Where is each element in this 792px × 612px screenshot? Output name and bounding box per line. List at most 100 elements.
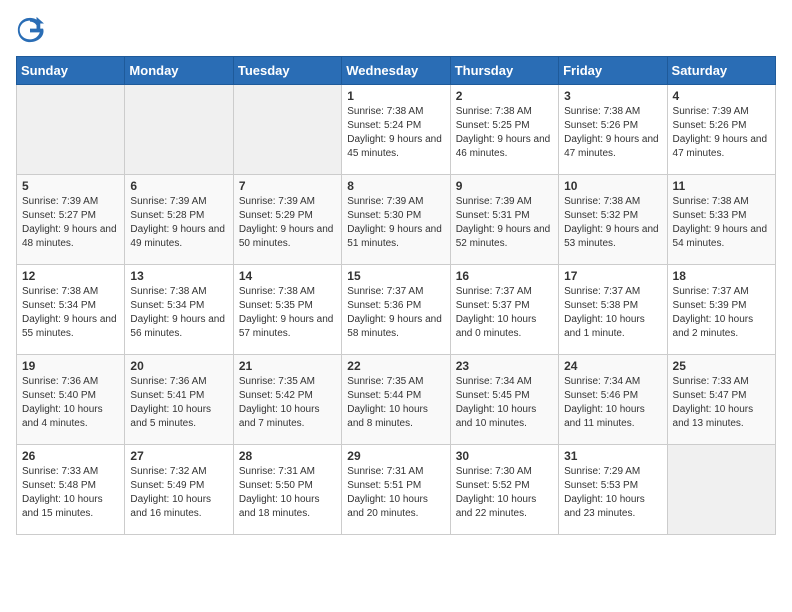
- day-number: 12: [22, 269, 119, 283]
- calendar-cell: [17, 85, 125, 175]
- day-info: Sunrise: 7:39 AM Sunset: 5:28 PM Dayligh…: [130, 195, 227, 251]
- day-number: 10: [564, 179, 661, 193]
- day-header-friday: Friday: [559, 57, 667, 85]
- calendar-cell: [125, 85, 233, 175]
- day-number: 9: [456, 179, 553, 193]
- day-header-thursday: Thursday: [450, 57, 558, 85]
- day-number: 5: [22, 179, 119, 193]
- day-info: Sunrise: 7:37 AM Sunset: 5:37 PM Dayligh…: [456, 285, 553, 341]
- day-info: Sunrise: 7:31 AM Sunset: 5:51 PM Dayligh…: [347, 465, 444, 521]
- calendar-cell: 24Sunrise: 7:34 AM Sunset: 5:46 PM Dayli…: [559, 355, 667, 445]
- calendar-cell: 17Sunrise: 7:37 AM Sunset: 5:38 PM Dayli…: [559, 265, 667, 355]
- day-info: Sunrise: 7:37 AM Sunset: 5:36 PM Dayligh…: [347, 285, 444, 341]
- day-header-row: SundayMondayTuesdayWednesdayThursdayFrid…: [17, 57, 776, 85]
- day-info: Sunrise: 7:38 AM Sunset: 5:24 PM Dayligh…: [347, 105, 444, 161]
- calendar-cell: 5 Sunrise: 7:39 AM Sunset: 5:27 PM Daylig…: [17, 175, 125, 265]
- day-info: Sunrise: 7:36 AM Sunset: 5:40 PM Dayligh…: [22, 375, 119, 431]
- calendar-cell: 20Sunrise: 7:36 AM Sunset: 5:41 PM Dayli…: [125, 355, 233, 445]
- calendar-cell: [667, 445, 775, 535]
- day-number: 15: [347, 269, 444, 283]
- calendar-cell: [233, 85, 341, 175]
- day-info: Sunrise: 7:39 AM Sunset: 5:31 PM Dayligh…: [456, 195, 553, 251]
- day-number: 30: [456, 449, 553, 463]
- day-info: Sunrise: 7:38 AM Sunset: 5:34 PM Dayligh…: [130, 285, 227, 341]
- calendar-cell: 16 Sunrise: 7:37 AM Sunset: 5:37 PM Dayli…: [450, 265, 558, 355]
- logo-icon: [16, 16, 44, 44]
- day-number: 17: [564, 269, 661, 283]
- day-info: Sunrise: 7:39 AM Sunset: 5:26 PM Dayligh…: [673, 105, 770, 161]
- day-info: Sunrise: 7:38 AM Sunset: 5:34 PM Dayligh…: [22, 285, 119, 341]
- day-info: Sunrise: 7:39 AM Sunset: 5:29 PM Dayligh…: [239, 195, 336, 251]
- day-number: 26: [22, 449, 119, 463]
- day-header-saturday: Saturday: [667, 57, 775, 85]
- day-number: 20: [130, 359, 227, 373]
- calendar-cell: 18 Sunrise: 7:37 AM Sunset: 5:39 PM Dayli…: [667, 265, 775, 355]
- day-number: 21: [239, 359, 336, 373]
- calendar-body: 1 Sunrise: 7:38 AM Sunset: 5:24 PM Daylig…: [17, 85, 776, 535]
- calendar-cell: 21 Sunrise: 7:35 AM Sunset: 5:42 PM Dayli…: [233, 355, 341, 445]
- calendar-cell: 10 Sunrise: 7:38 AM Sunset: 5:32 PM Dayli…: [559, 175, 667, 265]
- day-number: 22: [347, 359, 444, 373]
- day-number: 14: [239, 269, 336, 283]
- day-info: Sunrise: 7:39 AM Sunset: 5:30 PM Dayligh…: [347, 195, 444, 251]
- calendar-cell: 4 Sunrise: 7:39 AM Sunset: 5:26 PM Daylig…: [667, 85, 775, 175]
- day-number: 8: [347, 179, 444, 193]
- day-number: 11: [673, 179, 770, 193]
- week-row-5: 26 Sunrise: 7:33 AM Sunset: 5:48 PM Dayli…: [17, 445, 776, 535]
- calendar-cell: 13 Sunrise: 7:38 AM Sunset: 5:34 PM Dayli…: [125, 265, 233, 355]
- day-info: Sunrise: 7:38 AM Sunset: 5:35 PM Dayligh…: [239, 285, 336, 341]
- calendar-cell: 14 Sunrise: 7:38 AM Sunset: 5:35 PM Dayli…: [233, 265, 341, 355]
- calendar-cell: 9 Sunrise: 7:39 AM Sunset: 5:31 PM Daylig…: [450, 175, 558, 265]
- day-info: Sunrise: 7:38 AM Sunset: 5:26 PM Dayligh…: [564, 105, 661, 161]
- day-header-tuesday: Tuesday: [233, 57, 341, 85]
- day-info: Sunrise: 7:35 AM Sunset: 5:42 PM Dayligh…: [239, 375, 336, 431]
- page-header: [16, 16, 776, 44]
- day-info: Sunrise: 7:35 AM Sunset: 5:44 PM Dayligh…: [347, 375, 444, 431]
- calendar-cell: 1 Sunrise: 7:38 AM Sunset: 5:24 PM Daylig…: [342, 85, 450, 175]
- day-number: 16: [456, 269, 553, 283]
- day-number: 24: [564, 359, 661, 373]
- calendar-table: SundayMondayTuesdayWednesdayThursdayFrid…: [16, 56, 776, 535]
- day-info: Sunrise: 7:38 AM Sunset: 5:33 PM Dayligh…: [673, 195, 770, 251]
- day-number: 2: [456, 89, 553, 103]
- calendar-cell: 26 Sunrise: 7:33 AM Sunset: 5:48 PM Dayli…: [17, 445, 125, 535]
- day-number: 23: [456, 359, 553, 373]
- calendar-cell: 15 Sunrise: 7:37 AM Sunset: 5:36 PM Dayli…: [342, 265, 450, 355]
- day-number: 3: [564, 89, 661, 103]
- calendar-cell: 27Sunrise: 7:32 AM Sunset: 5:49 PM Dayli…: [125, 445, 233, 535]
- calendar-cell: 19 Sunrise: 7:36 AM Sunset: 5:40 PM Dayli…: [17, 355, 125, 445]
- day-info: Sunrise: 7:38 AM Sunset: 5:25 PM Dayligh…: [456, 105, 553, 161]
- day-header-sunday: Sunday: [17, 57, 125, 85]
- calendar-cell: 29Sunrise: 7:31 AM Sunset: 5:51 PM Dayli…: [342, 445, 450, 535]
- calendar-cell: 25Sunrise: 7:33 AM Sunset: 5:47 PM Dayli…: [667, 355, 775, 445]
- day-header-monday: Monday: [125, 57, 233, 85]
- day-number: 27: [130, 449, 227, 463]
- calendar-cell: 8 Sunrise: 7:39 AM Sunset: 5:30 PM Daylig…: [342, 175, 450, 265]
- calendar-cell: 6Sunrise: 7:39 AM Sunset: 5:28 PM Daylig…: [125, 175, 233, 265]
- calendar-cell: 3 Sunrise: 7:38 AM Sunset: 5:26 PM Daylig…: [559, 85, 667, 175]
- day-info: Sunrise: 7:33 AM Sunset: 5:48 PM Dayligh…: [22, 465, 119, 521]
- calendar-cell: 7 Sunrise: 7:39 AM Sunset: 5:29 PM Daylig…: [233, 175, 341, 265]
- day-number: 18: [673, 269, 770, 283]
- calendar-cell: 28Sunrise: 7:31 AM Sunset: 5:50 PM Dayli…: [233, 445, 341, 535]
- day-number: 28: [239, 449, 336, 463]
- calendar-cell: 23 Sunrise: 7:34 AM Sunset: 5:45 PM Dayli…: [450, 355, 558, 445]
- week-row-4: 19 Sunrise: 7:36 AM Sunset: 5:40 PM Dayli…: [17, 355, 776, 445]
- day-header-wednesday: Wednesday: [342, 57, 450, 85]
- day-number: 1: [347, 89, 444, 103]
- day-number: 4: [673, 89, 770, 103]
- day-number: 19: [22, 359, 119, 373]
- logo: [16, 16, 48, 44]
- week-row-3: 12 Sunrise: 7:38 AM Sunset: 5:34 PM Dayli…: [17, 265, 776, 355]
- week-row-1: 1 Sunrise: 7:38 AM Sunset: 5:24 PM Daylig…: [17, 85, 776, 175]
- day-info: Sunrise: 7:34 AM Sunset: 5:45 PM Dayligh…: [456, 375, 553, 431]
- calendar-cell: 11 Sunrise: 7:38 AM Sunset: 5:33 PM Dayli…: [667, 175, 775, 265]
- day-number: 31: [564, 449, 661, 463]
- day-number: 13: [130, 269, 227, 283]
- week-row-2: 5 Sunrise: 7:39 AM Sunset: 5:27 PM Daylig…: [17, 175, 776, 265]
- day-number: 7: [239, 179, 336, 193]
- day-info: Sunrise: 7:38 AM Sunset: 5:32 PM Dayligh…: [564, 195, 661, 251]
- day-info: Sunrise: 7:30 AM Sunset: 5:52 PM Dayligh…: [456, 465, 553, 521]
- day-info: Sunrise: 7:37 AM Sunset: 5:39 PM Dayligh…: [673, 285, 770, 341]
- day-info: Sunrise: 7:39 AM Sunset: 5:27 PM Dayligh…: [22, 195, 119, 251]
